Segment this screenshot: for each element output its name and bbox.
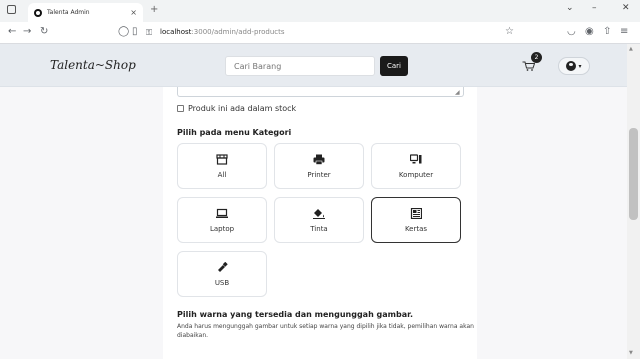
address-bar[interactable]: localhost:3000/admin/add-products <box>160 28 285 36</box>
category-tinta-button[interactable]: Tinta <box>274 197 364 243</box>
category-label: Tinta <box>310 224 328 233</box>
browser-tab[interactable]: Talenta Admin × <box>28 3 143 22</box>
cart-count-badge: 2 <box>531 52 542 63</box>
minimize-icon[interactable]: – <box>592 3 597 13</box>
tab-title: Talenta Admin <box>47 9 90 16</box>
account-menu-button[interactable]: ▾ <box>558 57 590 75</box>
category-section-title: Pilih pada menu Kategori <box>177 128 292 137</box>
description-textarea[interactable] <box>177 87 464 97</box>
tab-menu-icon[interactable] <box>7 5 16 14</box>
resize-handle-icon[interactable]: ◢ <box>455 89 460 96</box>
computer-icon <box>410 153 422 163</box>
category-usb-button[interactable]: USB <box>177 251 267 297</box>
category-label: Laptop <box>209 224 235 233</box>
account-circle-icon[interactable]: ◉ <box>585 26 594 37</box>
browser-tab-strip: Talenta Admin × + ⌄ – ✕ <box>0 0 640 22</box>
tab-list-icon[interactable]: ⌄ <box>566 3 574 13</box>
address-bar-row: ← → ↻ ◯ ▯ ⚿ localhost:3000/admin/add-pro… <box>0 22 640 44</box>
shield-icon[interactable]: ◯ <box>118 26 129 37</box>
category-label: Kertas <box>404 224 428 233</box>
category-label: USB <box>214 278 230 287</box>
category-all-button[interactable]: All <box>177 143 267 189</box>
category-label: All <box>217 170 227 179</box>
scroll-down-arrow-icon[interactable]: ▼ <box>629 350 633 356</box>
menu-icon[interactable]: ≡ <box>620 26 628 37</box>
category-printer-button[interactable]: Printer <box>274 143 364 189</box>
bookmark-star-icon[interactable]: ☆ <box>505 26 514 37</box>
user-avatar-icon <box>566 61 577 71</box>
category-label: Printer <box>307 170 331 179</box>
chevron-down-icon: ▾ <box>578 62 582 70</box>
search-button[interactable]: Cari <box>380 56 408 76</box>
category-kertas-button[interactable]: Kertas <box>371 197 461 243</box>
category-label: Komputer <box>398 170 434 179</box>
newspaper-icon <box>410 207 422 219</box>
store-icon <box>216 153 228 165</box>
stock-label: Produk ini ada dalam stock <box>188 104 297 113</box>
search-input[interactable] <box>225 56 375 76</box>
stock-checkbox-row[interactable]: Produk ini ada dalam stock <box>177 104 296 113</box>
color-section-description: Anda harus mengunggah gambar untuk setia… <box>177 323 474 339</box>
site-header: Talenta~Shop Cari 2 ▾ <box>0 44 627 87</box>
category-komputer-button[interactable]: Komputer <box>371 143 461 189</box>
page-viewport: Talenta~Shop Cari 2 ▾ ◢ Produk ini ada d… <box>0 44 627 359</box>
printer-icon <box>313 154 325 165</box>
back-icon[interactable]: ← <box>8 26 16 37</box>
stock-checkbox[interactable] <box>177 105 184 112</box>
scroll-up-arrow-icon[interactable]: ▲ <box>629 46 633 52</box>
window-close-icon[interactable]: ✕ <box>622 3 630 13</box>
category-laptop-button[interactable]: Laptop <box>177 197 267 243</box>
new-tab-button[interactable]: + <box>150 4 158 15</box>
ink-bucket-icon <box>313 208 325 219</box>
brand-logo[interactable]: Talenta~Shop <box>50 58 136 72</box>
laptop-icon <box>216 208 228 218</box>
usb-icon <box>218 261 228 272</box>
color-section-title: Pilih warna yang tersedia dan mengunggah… <box>177 310 413 319</box>
share-icon[interactable]: ⇧ <box>603 26 611 37</box>
page-icon[interactable]: ▯ <box>132 26 138 37</box>
cart-icon[interactable] <box>522 61 535 71</box>
reload-icon[interactable]: ↻ <box>40 26 48 37</box>
scrollbar-thumb[interactable] <box>629 128 638 220</box>
tab-close-button[interactable]: × <box>130 8 137 17</box>
favicon-icon <box>34 8 42 17</box>
pocket-icon[interactable]: ◡ <box>567 26 576 37</box>
permissions-icon[interactable]: ⚿ <box>146 28 152 38</box>
forward-icon[interactable]: → <box>23 26 31 37</box>
